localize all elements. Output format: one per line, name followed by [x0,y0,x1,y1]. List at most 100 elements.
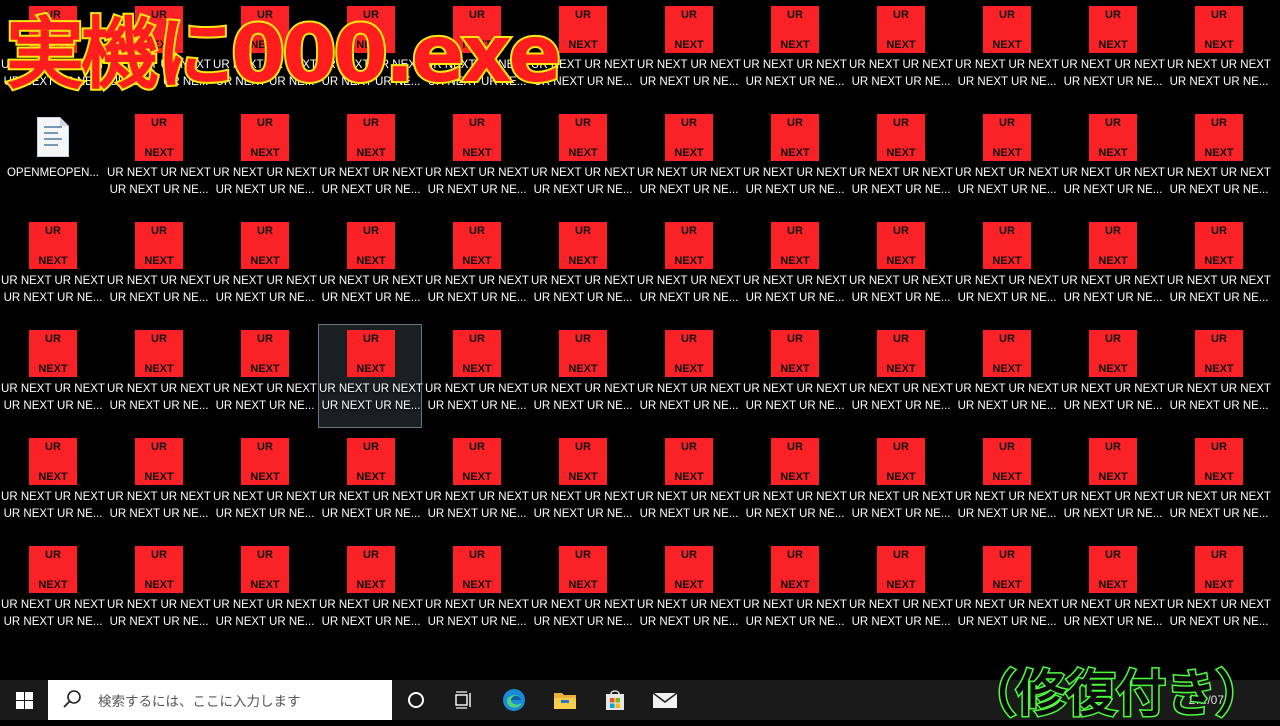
desktop-icon-ur-next[interactable]: UR NEXT UR NEXT UR NEXT UR NEXT UR NE... [742,324,847,428]
ur-next-icon: UR NEXT [453,222,501,269]
desktop-icon-ur-next[interactable]: UR NEXT UR NEXT UR NEXT UR NEXT UR NE... [636,108,741,212]
edge-button[interactable] [494,680,534,720]
desktop-icon-ur-next[interactable]: UR NEXT UR NEXT UR NEXT UR NEXT UR NE... [636,540,741,644]
desktop-icon-ur-next[interactable]: UR NEXT UR NEXT UR NEXT UR NEXT UR NE... [1060,432,1165,536]
icon-text-top: UR [1211,441,1227,453]
desktop-icon-ur-next[interactable]: UR NEXT UR NEXT UR NEXT UR NEXT UR NE... [636,432,741,536]
desktop-icon-label: UR NEXT UR NEXT UR NEXT UR NE... [107,275,211,304]
desktop-icon-ur-next[interactable]: UR NEXT UR NEXT UR NEXT UR NEXT UR NE... [424,108,529,212]
desktop-icon-label: UR NEXT UR NEXT UR NEXT UR NE... [1061,383,1165,412]
icon-text-bottom: NEXT [250,363,280,375]
desktop-icon-ur-next[interactable]: UR NEXT UR NEXT UR NEXT UR NEXT UR NE... [742,0,847,104]
desktop-icon-ur-next[interactable]: UR NEXT UR NEXT UR NEXT UR NEXT UR NE... [212,432,317,536]
icon-text-top: UR [257,225,273,237]
icon-text-bottom: NEXT [1204,579,1234,591]
desktop-icon-ur-next[interactable]: UR NEXT UR NEXT UR NEXT UR NEXT UR NE... [1166,216,1271,320]
desktop-icon-label: UR NEXT UR NEXT UR NEXT UR NE... [1,491,105,520]
desktop-icon-ur-next[interactable]: UR NEXT UR NEXT UR NEXT UR NEXT UR NE... [530,108,635,212]
desktop-icon-ur-next[interactable]: UR NEXT UR NEXT UR NEXT UR NEXT UR NE... [318,432,423,536]
desktop-icon-ur-next[interactable]: UR NEXT UR NEXT UR NEXT UR NEXT UR NE... [954,540,1059,644]
desktop-file-openme[interactable]: OPENMEOPEN... [0,108,104,212]
icon-text-bottom: NEXT [886,39,916,51]
desktop-icon-ur-next[interactable]: UR NEXT UR NEXT UR NEXT UR NEXT UR NE... [954,216,1059,320]
desktop-icon-ur-next[interactable]: UR NEXT UR NEXT UR NEXT UR NEXT UR NE... [530,216,635,320]
desktop-icon-ur-next[interactable]: UR NEXT UR NEXT UR NEXT UR NEXT UR NE... [1060,0,1165,104]
desktop-icon-ur-next[interactable]: UR NEXT UR NEXT UR NEXT UR NEXT UR NE... [530,324,635,428]
desktop-icon-ur-next[interactable]: UR NEXT UR NEXT UR NEXT UR NEXT UR NE... [106,432,211,536]
icon-text-top: UR [893,549,909,561]
desktop-icon-ur-next[interactable]: UR NEXT UR NEXT UR NEXT UR NEXT UR NE... [1060,216,1165,320]
ur-next-icon: UR NEXT [983,438,1031,485]
desktop-icon-ur-next[interactable]: UR NEXT UR NEXT UR NEXT UR NEXT UR NE... [954,0,1059,104]
file-explorer-button[interactable] [545,680,585,720]
desktop-icon-ur-next[interactable]: UR NEXT UR NEXT UR NEXT UR NEXT UR NE... [848,216,953,320]
desktop-icon-label: UR NEXT UR NEXT UR NEXT UR NE... [213,275,317,304]
desktop-icon-ur-next[interactable]: UR NEXT UR NEXT UR NEXT UR NEXT UR NE... [0,540,105,644]
icon-text-bottom: NEXT [992,363,1022,375]
search-placeholder: 検索するには、ここに入力します [98,694,301,710]
desktop-icon-ur-next[interactable]: UR NEXT UR NEXT UR NEXT UR NEXT UR NE... [424,324,529,428]
desktop-icon-ur-next[interactable]: UR NEXT UR NEXT UR NEXT UR NEXT UR NE... [212,108,317,212]
desktop-icon-ur-next[interactable]: UR NEXT UR NEXT UR NEXT UR NEXT UR NE... [318,108,423,212]
desktop-icon-label: UR NEXT UR NEXT UR NEXT UR NE... [107,167,211,196]
task-view-button[interactable] [444,680,484,720]
desktop-icon-ur-next[interactable]: UR NEXT UR NEXT UR NEXT UR NEXT UR NE... [848,108,953,212]
desktop-icon-ur-next[interactable]: UR NEXT UR NEXT UR NEXT UR NEXT UR NE... [530,540,635,644]
desktop-icon-ur-next[interactable]: UR NEXT UR NEXT UR NEXT UR NEXT UR NE... [212,216,317,320]
desktop-icon-ur-next[interactable]: UR NEXT UR NEXT UR NEXT UR NEXT UR NE... [1060,540,1165,644]
desktop-icon-ur-next[interactable]: UR NEXT UR NEXT UR NEXT UR NEXT UR NE... [1166,432,1271,536]
ur-next-icon: UR NEXT [347,330,395,377]
desktop-icon-ur-next[interactable]: UR NEXT UR NEXT UR NEXT UR NEXT UR NE... [742,432,847,536]
desktop-icon-ur-next[interactable]: UR NEXT UR NEXT UR NEXT UR NEXT UR NE... [0,432,105,536]
desktop-icon-ur-next[interactable]: UR NEXT UR NEXT UR NEXT UR NEXT UR NE... [1166,0,1271,104]
desktop-icon-ur-next[interactable]: UR NEXT UR NEXT UR NEXT UR NEXT UR NE... [954,108,1059,212]
store-button[interactable] [595,680,635,720]
desktop-icon-ur-next[interactable]: UR NEXT UR NEXT UR NEXT UR NEXT UR NE... [424,432,529,536]
desktop-icon-ur-next[interactable]: UR NEXT UR NEXT UR NEXT UR NEXT UR NE... [1166,324,1271,428]
desktop-icon-ur-next[interactable]: UR NEXT UR NEXT UR NEXT UR NEXT UR NE... [1060,324,1165,428]
taskbar-search-box[interactable]: 検索するには、ここに入力します [48,680,392,720]
cortana-button[interactable] [396,680,436,720]
desktop-icon-ur-next[interactable]: UR NEXT UR NEXT UR NEXT UR NEXT UR NE... [106,108,211,212]
desktop-icon-ur-next[interactable]: UR NEXT UR NEXT UR NEXT UR NEXT UR NE... [954,432,1059,536]
desktop-icon-ur-next[interactable]: UR NEXT UR NEXT UR NEXT UR NEXT UR NE... [212,324,317,428]
desktop-icon-ur-next[interactable]: UR NEXT UR NEXT UR NEXT UR NEXT UR NE... [848,540,953,644]
desktop-icon-ur-next[interactable]: UR NEXT UR NEXT UR NEXT UR NEXT UR NE... [1166,540,1271,644]
desktop-icon-ur-next[interactable]: UR NEXT UR NEXT UR NEXT UR NEXT UR NE... [636,0,741,104]
desktop-icon-ur-next[interactable]: UR NEXT UR NEXT UR NEXT UR NEXT UR NE... [848,0,953,104]
desktop-icon-ur-next[interactable]: UR NEXT UR NEXT UR NEXT UR NEXT UR NE... [106,540,211,644]
desktop-icon-ur-next[interactable]: UR NEXT UR NEXT UR NEXT UR NEXT UR NE... [1166,108,1271,212]
desktop-icon-ur-next[interactable]: UR NEXT UR NEXT UR NEXT UR NEXT UR NE... [742,540,847,644]
start-button[interactable] [0,680,48,720]
desktop-icon-label: UR NEXT UR NEXT UR NEXT UR NE... [319,599,423,628]
desktop-icon-ur-next[interactable]: UR NEXT UR NEXT UR NEXT UR NEXT UR NE... [636,216,741,320]
icon-text-bottom: NEXT [886,363,916,375]
icon-text-bottom: NEXT [674,363,704,375]
icon-text-bottom: NEXT [992,579,1022,591]
icon-text-top: UR [999,9,1015,21]
mail-button[interactable] [645,680,685,720]
desktop-icon-label: UR NEXT UR NEXT UR NEXT UR NE... [955,383,1059,412]
desktop-icon-ur-next[interactable]: UR NEXT UR NEXT UR NEXT UR NEXT UR NE... [954,324,1059,428]
desktop-icon-label: UR NEXT UR NEXT UR NEXT UR NE... [107,599,211,628]
ur-next-icon: UR NEXT [559,114,607,161]
desktop-icon-ur-next[interactable]: UR NEXT UR NEXT UR NEXT UR NEXT UR NE... [742,108,847,212]
desktop-icon-ur-next[interactable]: UR NEXT UR NEXT UR NEXT UR NEXT UR NE... [318,324,423,428]
icon-text-top: UR [681,549,697,561]
desktop-icon-ur-next[interactable]: UR NEXT UR NEXT UR NEXT UR NEXT UR NE... [1060,108,1165,212]
desktop-icon-ur-next[interactable]: UR NEXT UR NEXT UR NEXT UR NEXT UR NE... [0,324,105,428]
desktop-icon-ur-next[interactable]: UR NEXT UR NEXT UR NEXT UR NEXT UR NE... [106,324,211,428]
desktop-icon-ur-next[interactable]: UR NEXT UR NEXT UR NEXT UR NEXT UR NE... [424,540,529,644]
desktop-icon-ur-next[interactable]: UR NEXT UR NEXT UR NEXT UR NEXT UR NE... [0,216,105,320]
desktop-icon-ur-next[interactable]: UR NEXT UR NEXT UR NEXT UR NEXT UR NE... [742,216,847,320]
desktop-icon-ur-next[interactable]: UR NEXT UR NEXT UR NEXT UR NEXT UR NE... [636,324,741,428]
desktop-icon-ur-next[interactable]: UR NEXT UR NEXT UR NEXT UR NEXT UR NE... [848,324,953,428]
desktop-icon-ur-next[interactable]: UR NEXT UR NEXT UR NEXT UR NEXT UR NE... [318,540,423,644]
desktop-icon-ur-next[interactable]: UR NEXT UR NEXT UR NEXT UR NEXT UR NE... [424,216,529,320]
desktop-icon-ur-next[interactable]: UR NEXT UR NEXT UR NEXT UR NEXT UR NE... [530,432,635,536]
desktop-icon-ur-next[interactable]: UR NEXT UR NEXT UR NEXT UR NEXT UR NE... [212,540,317,644]
desktop-icon-ur-next[interactable]: UR NEXT UR NEXT UR NEXT UR NEXT UR NE... [848,432,953,536]
desktop-icon-ur-next[interactable]: UR NEXT UR NEXT UR NEXT UR NEXT UR NE... [318,216,423,320]
desktop-icon-ur-next[interactable]: UR NEXT UR NEXT UR NEXT UR NEXT UR NE... [106,216,211,320]
icon-text-bottom: NEXT [568,363,598,375]
